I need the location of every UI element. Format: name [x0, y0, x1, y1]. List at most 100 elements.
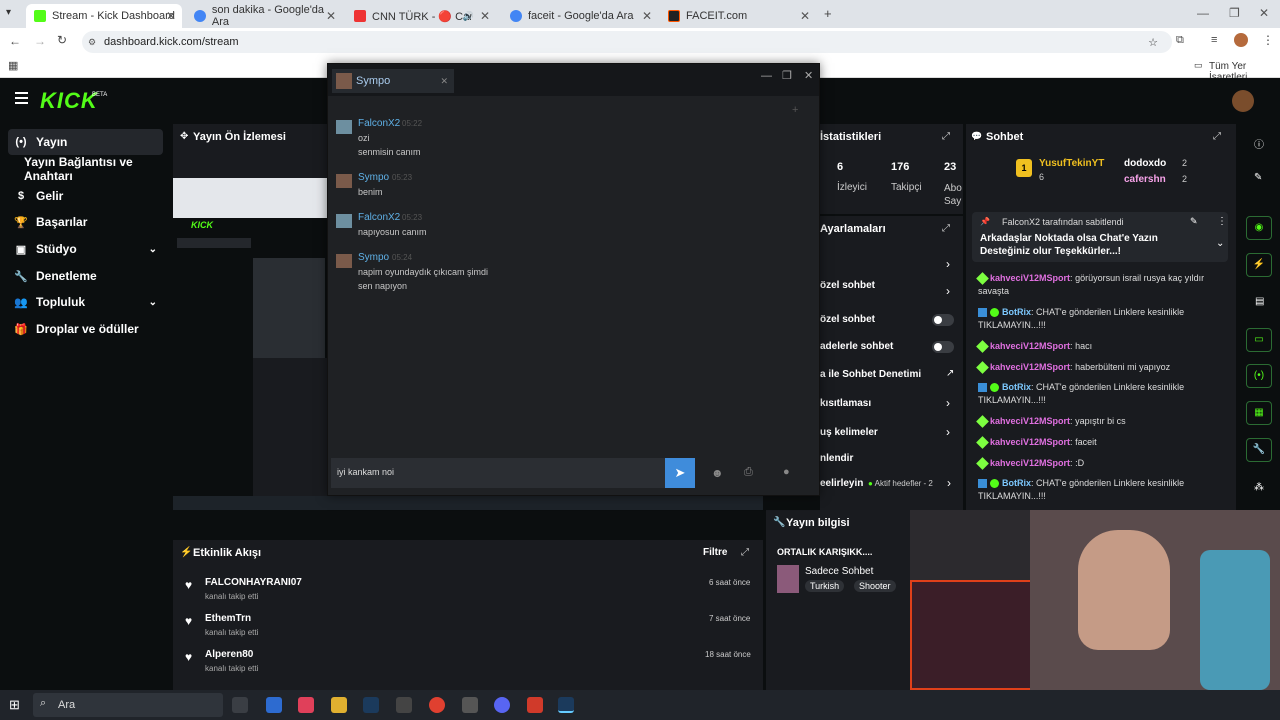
send-button[interactable]: ➤ — [665, 458, 695, 488]
maximize-icon[interactable]: ❐ — [782, 69, 792, 82]
expand-icon[interactable]: ⤢ — [942, 223, 950, 234]
add-friend-icon[interactable]: + — [792, 104, 798, 116]
message-sender[interactable]: Sympo — [358, 172, 389, 183]
chevron-right-icon[interactable]: › — [947, 476, 951, 490]
pencil-icon[interactable]: ✎ — [1254, 172, 1262, 183]
activity-name[interactable]: FALCONHAYRANI07 — [205, 577, 302, 588]
apps-grid-icon[interactable]: ▦ — [8, 59, 18, 72]
new-tab-icon[interactable]: + — [824, 6, 832, 21]
activity-name[interactable]: EthemTrn — [205, 613, 251, 624]
chat-window-input[interactable]: iyi kankam noi — [331, 458, 665, 488]
address-bar[interactable]: ⚙ dashboard.kick.com/stream ☆ — [82, 31, 1172, 53]
leader-name[interactable]: dodoxdo — [1124, 158, 1166, 169]
document-icon[interactable]: ▤ — [1255, 296, 1264, 307]
task-view-icon[interactable] — [232, 697, 248, 713]
community-icon[interactable]: ⁂ — [1254, 482, 1264, 493]
chat-username[interactable]: BotRix — [1002, 307, 1031, 317]
chrome-icon[interactable] — [429, 697, 445, 713]
rail-button-camera[interactable]: ◉ — [1246, 216, 1272, 240]
tag-pill[interactable]: Turkish — [805, 580, 845, 592]
chevron-right-icon[interactable]: › — [946, 257, 950, 271]
sidebar-item-droplar[interactable]: 🎁 Droplar ve ödüller — [8, 316, 163, 342]
hamburger-menu-icon[interactable] — [15, 92, 28, 104]
extensions-icon[interactable]: ⧉ — [1176, 34, 1184, 47]
chat-window-tab[interactable]: Sympo ✕ — [332, 69, 454, 93]
chat-username[interactable]: kahveciV12MSport — [990, 362, 1070, 372]
profile-avatar[interactable] — [1234, 33, 1248, 47]
app-icon[interactable] — [462, 697, 478, 713]
minimize-icon[interactable]: — — [761, 70, 772, 82]
expand-icon[interactable]: ⤢ — [942, 131, 950, 142]
chevron-right-icon[interactable]: › — [946, 425, 950, 439]
app-icon[interactable] — [266, 697, 282, 713]
chat-username[interactable]: kahveciV12MSport — [990, 273, 1070, 283]
sidebar-item-denetleme[interactable]: 🔧 Denetleme — [8, 263, 163, 289]
leader-name[interactable]: cafershn — [1124, 174, 1166, 185]
info-icon[interactable]: ⓘ — [1254, 136, 1264, 151]
attach-icon[interactable]: ⎙ — [744, 466, 753, 479]
minimize-icon[interactable]: — — [1197, 6, 1209, 20]
tab-google-son-dakika[interactable]: son dakika - Google'da Ara ✕ — [186, 4, 342, 28]
tab-kick-dashboard[interactable]: Stream - Kick Dashboard ✕ — [26, 4, 182, 28]
toggle-switch[interactable] — [932, 341, 954, 353]
back-icon[interactable]: ← — [9, 34, 21, 48]
sidebar-item-basarilar[interactable]: 🏆 Başarılar — [8, 209, 163, 235]
maximize-icon[interactable]: ❐ — [1229, 6, 1240, 20]
chat-username[interactable]: BotRix — [1002, 382, 1031, 392]
message-sender[interactable]: FalconX2 — [358, 212, 400, 223]
expand-icon[interactable]: ⤢ — [741, 547, 749, 558]
emoji-icon[interactable]: ☻ — [711, 466, 724, 480]
rail-button-bolt[interactable]: ⚡ — [1246, 253, 1272, 277]
discord-icon[interactable] — [494, 697, 510, 713]
chat-username[interactable]: kahveciV12MSport — [990, 341, 1070, 351]
unpin-icon[interactable]: ✎ — [1190, 216, 1198, 227]
steam-icon[interactable] — [363, 697, 379, 713]
faceit-icon[interactable] — [527, 697, 543, 713]
menu-kebab-icon[interactable]: ⋮ — [1262, 33, 1274, 47]
chat-username[interactable]: kahveciV12MSport — [990, 437, 1070, 447]
sidebar-item-topluluk[interactable]: 👥 Topluluk ⌄ — [8, 289, 163, 315]
chevron-down-icon[interactable]: ⌄ — [1216, 238, 1224, 249]
tab-list-icon[interactable]: ▾ — [6, 7, 11, 18]
message-sender[interactable]: Sympo — [358, 252, 389, 263]
rail-button-wrench[interactable]: 🔧 — [1246, 438, 1272, 462]
close-tab-icon[interactable]: ✕ — [326, 9, 336, 23]
chevron-right-icon[interactable]: › — [946, 396, 950, 410]
tab-google-faceit[interactable]: faceit - Google'da Ara ✕ — [502, 4, 658, 28]
bookmark-star-icon[interactable]: ☆ — [1148, 36, 1158, 49]
chat-username[interactable]: BotRix — [1002, 478, 1031, 488]
sidebar-item-studyo[interactable]: ▣ Stüdyo ⌄ — [8, 236, 163, 262]
sidebar-item-yayin[interactable]: (•) Yayın — [8, 129, 163, 155]
close-tab-icon[interactable]: ✕ — [800, 9, 810, 23]
chat-username[interactable]: kahveciV12MSport — [990, 416, 1070, 426]
site-info-icon[interactable]: ⚙ — [88, 37, 96, 48]
tab-faceit[interactable]: FACEIT.com ✕ — [660, 4, 816, 28]
message-sender[interactable]: FalconX2 — [358, 118, 400, 129]
tab-cnn-turk[interactable]: CNN TÜRK - 🔴 Canlı Yayın 🔊 ✕ — [346, 4, 496, 28]
close-tab-icon[interactable]: ✕ — [642, 9, 652, 23]
copilot-icon[interactable] — [298, 697, 314, 713]
close-tab-icon[interactable]: ✕ — [440, 76, 448, 87]
close-tab-icon[interactable]: ✕ — [166, 9, 176, 23]
obs-icon[interactable] — [396, 697, 412, 713]
rail-button-broadcast[interactable]: (•) — [1246, 364, 1272, 388]
file-explorer-icon[interactable] — [331, 697, 347, 713]
rail-button-chat[interactable]: ▭ — [1246, 328, 1272, 352]
activity-name[interactable]: Alperen80 — [205, 649, 253, 660]
external-link-icon[interactable]: ↗ — [946, 368, 954, 379]
sidebar-item-stream-key[interactable]: Yayın Bağlantısı ve Anahtarı — [8, 155, 163, 183]
close-tab-icon[interactable]: ✕ — [480, 9, 490, 23]
media-control-icon[interactable]: ≡ — [1211, 34, 1217, 46]
user-avatar[interactable] — [1232, 90, 1254, 112]
rail-button-layout[interactable]: ▦ — [1246, 401, 1272, 425]
close-window-icon[interactable]: ✕ — [804, 69, 813, 82]
steam-chat-icon[interactable] — [558, 697, 574, 713]
taskbar-search[interactable]: ⌕ Ara — [33, 693, 223, 717]
more-icon[interactable]: ⋮ — [1217, 216, 1227, 227]
mic-icon[interactable]: ● — [783, 466, 790, 478]
forward-icon[interactable]: → — [34, 34, 46, 48]
chat-username[interactable]: kahveciV12MSport — [990, 458, 1070, 468]
expand-icon[interactable]: ⤢ — [1213, 131, 1221, 142]
reload-icon[interactable]: ↻ — [57, 33, 67, 47]
leader-name[interactable]: YusufTekinYT — [1039, 158, 1104, 169]
